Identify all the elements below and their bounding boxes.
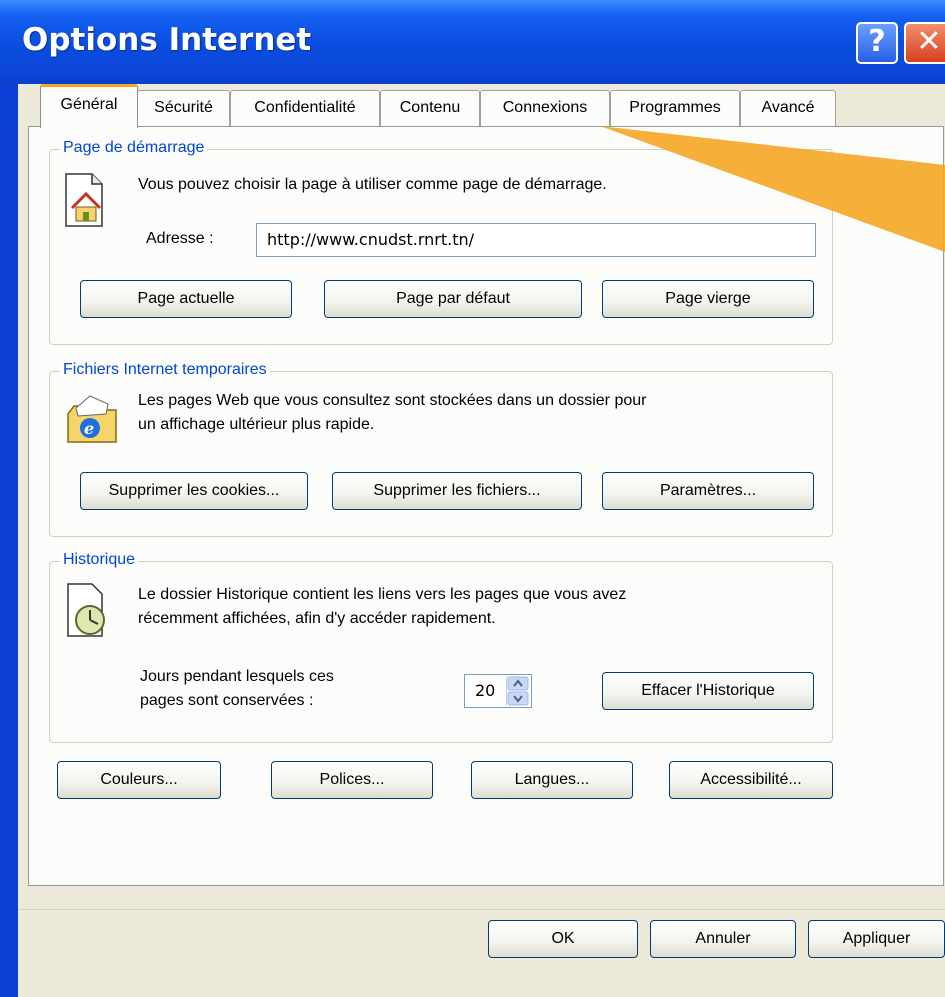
- tab-confidentialite[interactable]: Confidentialité: [230, 90, 380, 126]
- window-title: Options Internet: [22, 22, 312, 58]
- tab-securite[interactable]: Sécurité: [137, 90, 230, 126]
- languages-button[interactable]: Langues...: [471, 761, 633, 799]
- tab-contenu[interactable]: Contenu: [380, 90, 480, 126]
- delete-cookies-button[interactable]: Supprimer les cookies...: [80, 472, 308, 510]
- tab-connexions[interactable]: Connexions: [480, 90, 610, 126]
- page-par-defaut-button[interactable]: Page par défaut: [324, 280, 582, 318]
- temp-files-legend: Fichiers Internet temporaires: [60, 361, 270, 379]
- days-value: 20: [475, 681, 496, 700]
- home-page-description: Vous pouvez choisir la page à utiliser c…: [138, 176, 607, 193]
- home-page-icon: [64, 172, 108, 228]
- history-legend: Historique: [60, 551, 139, 569]
- help-button[interactable]: ?: [856, 22, 898, 64]
- ok-button[interactable]: OK: [488, 920, 638, 958]
- home-page-group: Page de démarrage Vous pouvez choisir la…: [49, 139, 833, 345]
- home-page-legend: Page de démarrage: [60, 139, 208, 157]
- options-internet-window: Options Internet ? ✕ Général Sécurité Co…: [0, 0, 945, 997]
- days-label-line2: pages sont conservées :: [140, 692, 314, 709]
- page-vierge-button[interactable]: Page vierge: [602, 280, 814, 318]
- days-spin-buttons[interactable]: [506, 676, 529, 706]
- colors-button[interactable]: Couleurs...: [57, 761, 221, 799]
- fonts-button[interactable]: Polices...: [271, 761, 433, 799]
- days-stepper[interactable]: 20: [464, 674, 532, 708]
- close-button[interactable]: ✕: [904, 22, 945, 64]
- tab-general[interactable]: Général: [40, 84, 138, 128]
- tab-programmes[interactable]: Programmes: [610, 90, 740, 126]
- history-description-line2: récemment affichées, afin d'y accéder ra…: [138, 610, 496, 627]
- ie-folder-icon: e: [64, 390, 122, 448]
- temp-files-description-line1: Les pages Web que vous consultez sont st…: [138, 392, 647, 409]
- temp-files-description-line2: un affichage ultérieur plus rapide.: [138, 416, 375, 433]
- footer-separator: [18, 909, 945, 910]
- delete-files-button[interactable]: Supprimer les fichiers...: [332, 472, 582, 510]
- temp-files-group: Fichiers Internet temporaires e Les page…: [49, 361, 833, 537]
- tab-avance[interactable]: Avancé: [740, 90, 836, 126]
- title-bar[interactable]: Options Internet ? ✕: [0, 0, 945, 84]
- history-group: Historique Le dossier Historique contien…: [49, 551, 833, 743]
- settings-button[interactable]: Paramètres...: [602, 472, 814, 510]
- svg-text:e: e: [84, 419, 94, 438]
- general-tab-panel: Page de démarrage Vous pouvez choisir la…: [28, 126, 944, 886]
- clear-history-button[interactable]: Effacer l'Historique: [602, 672, 814, 710]
- apply-button[interactable]: Appliquer: [808, 920, 945, 958]
- cancel-button[interactable]: Annuler: [650, 920, 796, 958]
- dialog-client: Général Sécurité Confidentialité Contenu…: [18, 84, 945, 997]
- accessibility-button[interactable]: Accessibilité...: [669, 761, 833, 799]
- address-label: Adresse :: [146, 230, 214, 247]
- address-input[interactable]: http://www.cnudst.rnrt.tn/: [256, 223, 816, 257]
- page-actuelle-button[interactable]: Page actuelle: [80, 280, 292, 318]
- history-clock-icon: [66, 582, 114, 638]
- days-label-line1: Jours pendant lesquels ces: [140, 668, 334, 685]
- history-description-line1: Le dossier Historique contient les liens…: [138, 586, 627, 603]
